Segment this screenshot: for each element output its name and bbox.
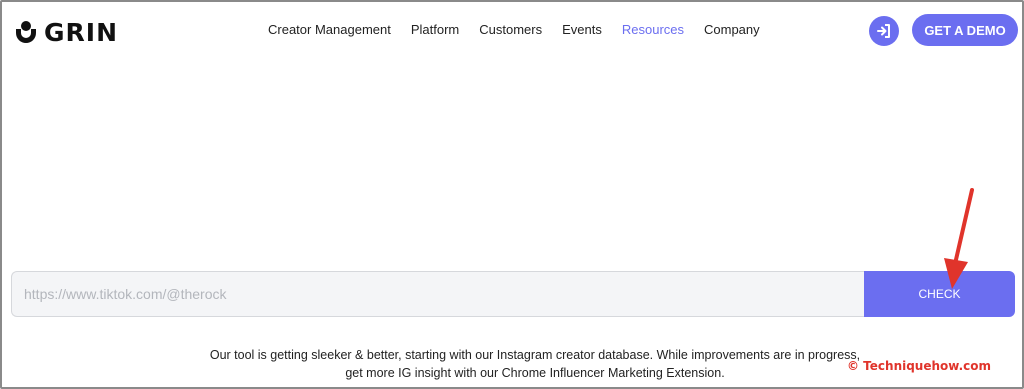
nav-customers[interactable]: Customers — [479, 22, 542, 37]
red-arrow-annotation — [944, 188, 974, 289]
nav-platform[interactable]: Platform — [411, 22, 459, 37]
nav-company[interactable]: Company — [704, 22, 760, 37]
main-nav: Creator Management Platform Customers Ev… — [268, 22, 780, 37]
grin-logo[interactable]: GRIN — [16, 18, 118, 47]
info-line-2: get more IG insight with our Chrome Infl… — [345, 366, 725, 380]
login-icon — [877, 24, 890, 38]
profile-url-input[interactable] — [11, 271, 865, 317]
nav-creator-management[interactable]: Creator Management — [268, 22, 391, 37]
nav-resources[interactable]: Resources — [622, 22, 684, 37]
site-header: GRIN Creator Management Platform Custome… — [2, 2, 1022, 58]
get-a-demo-button[interactable]: GET A DEMO — [912, 14, 1018, 46]
watermark: © Techniquehow.com — [847, 359, 992, 373]
grin-logo-icon — [16, 20, 38, 45]
window-frame — [0, 0, 1024, 389]
login-button[interactable] — [869, 16, 899, 46]
info-text: Our tool is getting sleeker & better, st… — [120, 346, 950, 382]
nav-events[interactable]: Events — [562, 22, 602, 37]
info-line-1: Our tool is getting sleeker & better, st… — [209, 348, 861, 362]
logo-text: GRIN — [44, 18, 118, 47]
profile-check-form: CHECK — [11, 271, 1015, 317]
